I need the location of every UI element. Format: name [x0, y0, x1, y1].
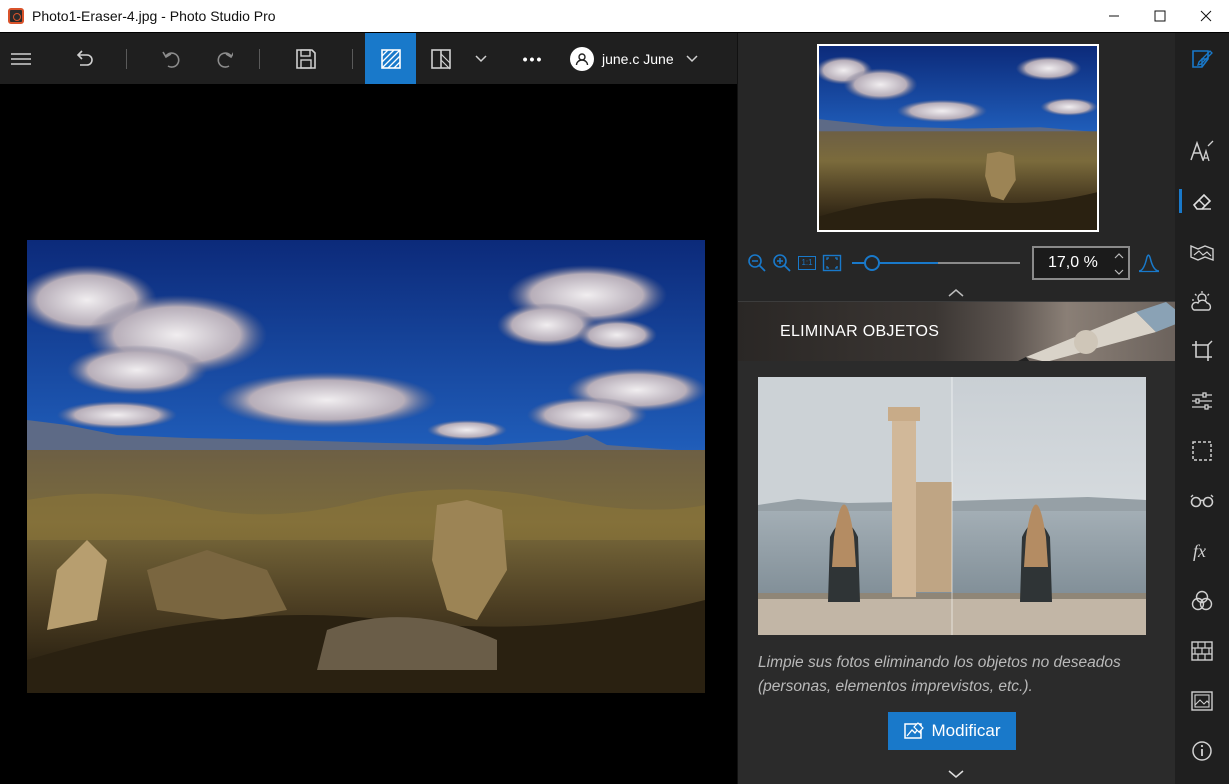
histogram-button[interactable] — [1138, 252, 1160, 274]
actual-size-button[interactable]: 1:1 — [796, 252, 818, 274]
fit-screen-icon — [822, 254, 842, 272]
window-title: Photo1-Eraser-4.jpg - Photo Studio Pro — [32, 8, 276, 24]
view-options-dropdown[interactable] — [466, 33, 496, 84]
minimize-icon — [1109, 15, 1119, 17]
tool-rail: fx — [1175, 33, 1229, 784]
weather-icon — [1191, 291, 1212, 311]
rail-item-eraser[interactable] — [1175, 181, 1229, 221]
edit-image-icon — [903, 722, 924, 739]
compare-icon — [380, 48, 401, 69]
undo-button[interactable] — [127, 33, 215, 84]
zoom-in-icon — [773, 254, 791, 272]
rail-item-texture[interactable] — [1175, 631, 1229, 671]
split-view-icon — [431, 48, 451, 69]
more-icon: ••• — [522, 50, 544, 67]
more-button[interactable]: ••• — [496, 33, 570, 84]
adjust-icon — [1192, 392, 1212, 410]
compare-button[interactable] — [365, 33, 416, 84]
rail-item-glasses[interactable] — [1175, 481, 1229, 521]
info-icon — [1192, 741, 1212, 761]
zoom-slider[interactable] — [852, 253, 1020, 273]
save-icon — [296, 48, 316, 69]
maximize-icon — [1154, 10, 1166, 22]
expand-section-button[interactable] — [948, 766, 964, 784]
modify-label: Modificar — [931, 721, 1001, 740]
landscape-icon — [1190, 244, 1214, 262]
rail-item-weather[interactable] — [1175, 281, 1229, 321]
text-style-icon — [1190, 140, 1214, 162]
navigator-panel: 1:1 17,0 % — [738, 33, 1176, 301]
svg-text:fx: fx — [1193, 541, 1206, 561]
zoom-controls: 1:1 17,0 % — [746, 245, 1166, 281]
edit-note-icon — [1192, 50, 1213, 68]
picture-icon — [1191, 691, 1213, 711]
spinner-arrows-icon — [1114, 253, 1124, 275]
chevron-up-icon — [948, 289, 964, 297]
split-view-button[interactable] — [416, 33, 466, 84]
zoom-percent-field[interactable]: 17,0 % — [1032, 246, 1130, 280]
menu-icon — [11, 52, 31, 65]
maximize-button[interactable] — [1137, 0, 1183, 32]
zoom-value: 17,0 % — [1048, 254, 1098, 271]
eraser-pencil-illustration — [1018, 302, 1176, 361]
chevron-down-icon — [948, 770, 964, 778]
close-icon — [1200, 10, 1212, 22]
redo-button[interactable] — [215, 33, 233, 84]
glasses-icon — [1190, 494, 1214, 508]
rail-item-notes[interactable] — [1175, 39, 1229, 79]
active-indicator — [1179, 189, 1182, 213]
zoom-out-icon — [748, 254, 766, 272]
user-icon — [575, 52, 589, 65]
color-blend-icon — [1191, 590, 1213, 611]
app-logo-icon — [8, 8, 24, 24]
modify-button[interactable]: Modificar — [888, 712, 1016, 750]
section-header: ELIMINAR OBJETOS — [738, 301, 1176, 361]
before-after-example-image — [758, 377, 1146, 635]
main-toolbar: ••• june.c June — [0, 33, 737, 84]
menu-button[interactable] — [0, 33, 42, 84]
rail-item-color-blend[interactable] — [1175, 581, 1229, 621]
zoom-out-button[interactable] — [746, 252, 768, 274]
revert-button[interactable] — [42, 33, 126, 84]
chevron-down-icon — [475, 54, 487, 62]
image-canvas[interactable] — [0, 84, 737, 784]
undo-icon — [162, 51, 180, 68]
rail-item-adjust[interactable] — [1175, 381, 1229, 421]
rail-item-picture[interactable] — [1175, 681, 1229, 721]
section-title: ELIMINAR OBJETOS — [780, 323, 940, 340]
main-photo[interactable] — [27, 240, 705, 693]
redo-icon — [217, 51, 233, 68]
zoom-in-button[interactable] — [771, 252, 793, 274]
selection-icon — [1192, 441, 1212, 461]
histogram-icon — [1138, 254, 1160, 273]
section-description: Limpie sus fotos eliminando los objetos … — [758, 654, 1121, 695]
rail-item-effects[interactable]: fx — [1175, 531, 1229, 571]
tool-content: Limpie sus fotos eliminando los objetos … — [738, 361, 1176, 784]
chevron-down-icon — [686, 54, 698, 62]
fit-to-screen-button[interactable] — [821, 252, 843, 274]
rail-item-landscape[interactable] — [1175, 233, 1229, 273]
rail-item-info[interactable] — [1175, 731, 1229, 771]
actual-size-icon: 1:1 — [798, 256, 816, 270]
rail-item-crop[interactable] — [1175, 331, 1229, 371]
fx-icon: fx — [1193, 541, 1206, 561]
texture-icon — [1191, 641, 1213, 661]
undo-all-icon — [76, 49, 93, 66]
user-name: june.c June — [602, 50, 674, 67]
rail-item-selection[interactable] — [1175, 431, 1229, 471]
properties-panel: 1:1 17,0 % ELIMINAR OBJETOS Limpie sus f… — [737, 33, 1176, 784]
zoom-spinner[interactable] — [1114, 251, 1124, 280]
navigator-thumbnail[interactable] — [817, 44, 1099, 232]
crop-icon — [1192, 340, 1213, 361]
avatar — [570, 46, 594, 71]
user-account-menu[interactable]: june.c June — [570, 33, 698, 84]
minimize-button[interactable] — [1091, 0, 1137, 32]
toolbar-divider — [352, 48, 353, 69]
eraser-icon — [1192, 193, 1212, 210]
save-button[interactable] — [260, 33, 352, 84]
zoom-slider-handle[interactable] — [864, 255, 880, 271]
rail-item-text[interactable] — [1175, 131, 1229, 171]
close-button[interactable] — [1183, 0, 1229, 32]
title-bar: Photo1-Eraser-4.jpg - Photo Studio Pro — [0, 0, 1229, 32]
